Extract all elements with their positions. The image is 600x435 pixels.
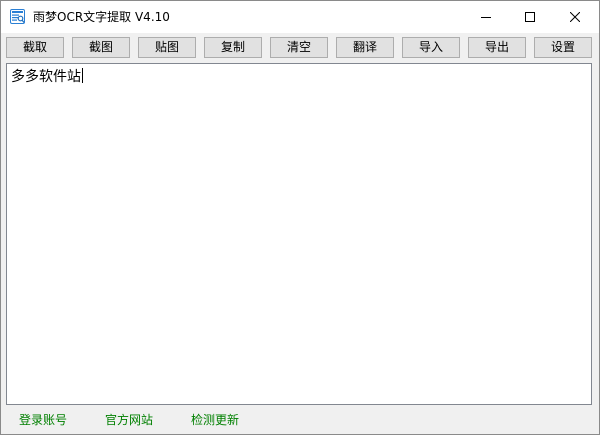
export-button[interactable]: 导出 [468, 37, 526, 58]
official-site-link[interactable]: 官方网站 [105, 413, 153, 427]
login-account-link[interactable]: 登录账号 [19, 413, 67, 427]
window-title: 雨梦OCR文字提取 V4.10 [33, 10, 170, 24]
title-bar[interactable]: 雨梦OCR文字提取 V4.10 [1, 1, 599, 33]
screenshot-button[interactable]: 截图 [72, 37, 130, 58]
text-caret [82, 68, 83, 83]
window-edge [592, 63, 599, 405]
close-icon [570, 12, 580, 22]
maximize-button[interactable] [507, 1, 553, 33]
settings-button[interactable]: 设置 [534, 37, 592, 58]
close-button[interactable] [552, 1, 598, 33]
import-button[interactable]: 导入 [402, 37, 460, 58]
capture-button[interactable]: 截取 [6, 37, 64, 58]
ocr-text: 多多软件站 [11, 69, 81, 85]
pin-image-button[interactable]: 贴图 [138, 37, 196, 58]
ocr-text-content: 多多软件站 [11, 67, 83, 87]
status-bar: 登录账号 官方网站 检测更新 [1, 406, 599, 434]
ocr-app-icon [10, 9, 25, 24]
minimize-button[interactable] [463, 1, 509, 33]
toolbar: 截取 截图 贴图 复制 清空 翻译 导入 导出 设置 [1, 33, 599, 63]
check-update-link[interactable]: 检测更新 [191, 413, 239, 427]
ocr-text-area[interactable]: 多多软件站 [6, 63, 592, 405]
clear-button[interactable]: 清空 [270, 37, 328, 58]
translate-button[interactable]: 翻译 [336, 37, 394, 58]
maximize-icon [525, 12, 535, 22]
copy-button[interactable]: 复制 [204, 37, 262, 58]
app-window: 雨梦OCR文字提取 V4.10 截取 截图 贴图 复制 清空 翻译 导入 导出 … [0, 0, 600, 435]
minimize-icon [481, 17, 491, 18]
